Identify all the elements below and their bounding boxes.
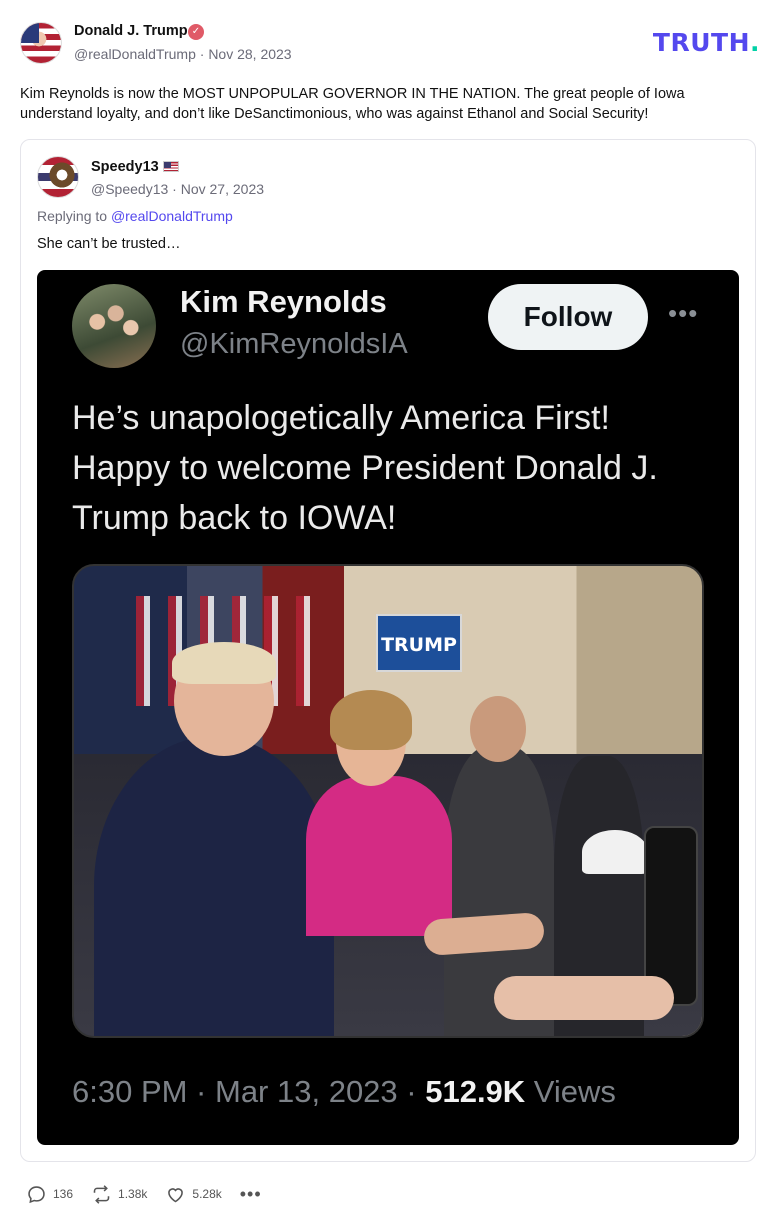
photo-cap bbox=[582, 830, 648, 874]
reply-count: 136 bbox=[53, 1187, 74, 1201]
quote-author-avatar[interactable] bbox=[37, 156, 79, 198]
embedded-footer: 6:30 PM · Mar 13, 2023 · 512.9K Views bbox=[72, 1074, 616, 1110]
reply-icon bbox=[28, 1185, 45, 1203]
quote-meta: @Speedy13 · Nov 27, 2023 bbox=[91, 181, 264, 197]
photo-person bbox=[94, 736, 334, 1036]
quoted-post-card[interactable]: Speedy13 @Speedy13 · Nov 27, 2023 Replyi… bbox=[20, 139, 756, 1162]
embedded-time-date: 6:30 PM · Mar 13, 2023 · bbox=[72, 1074, 426, 1109]
author-handle[interactable]: @realDonaldTrump bbox=[74, 46, 196, 62]
author-name[interactable]: Donald J. Trump bbox=[74, 23, 188, 39]
post-text: Kim Reynolds is now the MOST UNPOPULAR G… bbox=[20, 86, 685, 122]
photo-person-hair bbox=[172, 642, 276, 684]
repost-count: 1.38k bbox=[118, 1187, 148, 1201]
embedded-handle: @KimReynoldsIA bbox=[180, 328, 408, 360]
quote-author-name[interactable]: Speedy13 bbox=[91, 159, 159, 175]
replying-to: Replying to @realDonaldTrump bbox=[37, 208, 233, 224]
photo-person-head bbox=[470, 696, 526, 762]
verified-check-icon: ✓ bbox=[188, 24, 204, 40]
embedded-tweet-screenshot[interactable]: Kim Reynolds @KimReynoldsIA Follow ••• H… bbox=[37, 270, 739, 1145]
truth-logo[interactable]: TRUTH. bbox=[653, 28, 760, 57]
like-button[interactable]: 5.28k bbox=[165, 1184, 222, 1205]
replying-prefix: Replying to bbox=[37, 208, 108, 224]
reply-button[interactable]: 136 bbox=[26, 1184, 73, 1205]
brand-dot: . bbox=[750, 28, 760, 57]
quote-text: She can’t be trusted… bbox=[37, 236, 181, 252]
embedded-follow-button: Follow bbox=[488, 284, 648, 350]
photo-person-hair bbox=[330, 690, 412, 750]
author-meta: @realDonaldTrump · Nov 28, 2023 bbox=[74, 46, 292, 62]
us-flag-icon bbox=[162, 161, 179, 172]
repost-icon bbox=[93, 1184, 110, 1204]
action-bar: 136 1.38k 5.28k ••• bbox=[26, 1182, 280, 1206]
photo-person bbox=[306, 776, 452, 936]
embedded-more-icon: ••• bbox=[668, 298, 699, 328]
replying-to-link[interactable]: @realDonaldTrump bbox=[111, 208, 233, 224]
embedded-avatar bbox=[72, 284, 156, 368]
more-icon[interactable]: ••• bbox=[240, 1185, 262, 1203]
photo-hand bbox=[494, 976, 674, 1020]
like-count: 5.28k bbox=[192, 1187, 222, 1201]
embedded-tweet-text: He’s unapologetically America First! Hap… bbox=[72, 399, 658, 537]
embedded-views-count: 512.9K bbox=[425, 1074, 526, 1109]
quote-date[interactable]: Nov 27, 2023 bbox=[181, 181, 264, 197]
brand-text: TRUTH bbox=[652, 28, 750, 57]
like-icon bbox=[168, 1187, 184, 1202]
embedded-views-label: Views bbox=[525, 1074, 616, 1109]
meta-separator: · bbox=[172, 181, 181, 197]
truth-post: Donald J. Trump ✓ @realDonaldTrump · Nov… bbox=[0, 0, 777, 1224]
post-header: Donald J. Trump ✓ @realDonaldTrump · Nov… bbox=[20, 20, 760, 70]
campaign-sign: TRUMP bbox=[376, 614, 462, 672]
quote-author-name-row: Speedy13 bbox=[91, 159, 179, 175]
embedded-name: Kim Reynolds bbox=[180, 284, 387, 319]
post-date[interactable]: Nov 28, 2023 bbox=[208, 46, 291, 62]
embedded-photo: TRUMP bbox=[72, 564, 704, 1038]
quote-author-handle[interactable]: @Speedy13 bbox=[91, 181, 168, 197]
repost-button[interactable]: 1.38k bbox=[91, 1184, 147, 1205]
author-avatar[interactable] bbox=[20, 22, 62, 64]
